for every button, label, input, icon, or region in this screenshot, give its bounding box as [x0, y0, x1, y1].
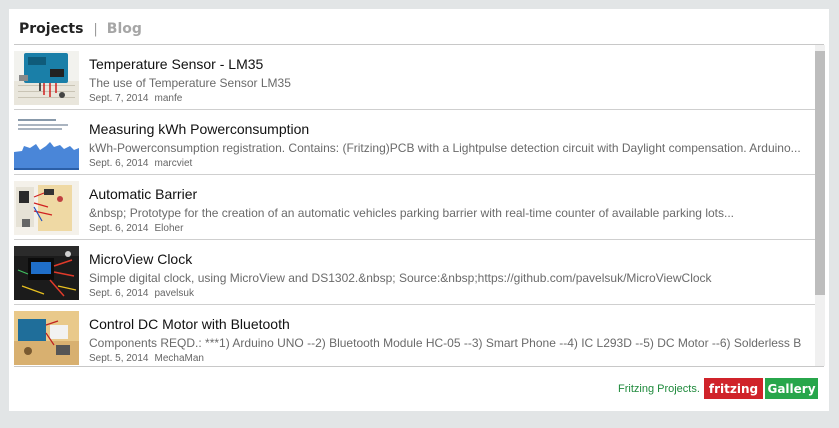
project-item-temperature-sensor[interactable]: Temperature Sensor - LM35 The use of Tem… — [14, 45, 815, 110]
project-author[interactable]: manfe — [155, 93, 183, 104]
project-meta: Sept. 6, 2014 Eloher — [89, 223, 183, 234]
project-item-kwh-powerconsumption[interactable]: Measuring kWh Powerconsumption kWh-Power… — [14, 110, 815, 175]
tab-separator: | — [93, 21, 98, 37]
project-date: Sept. 6, 2014 — [89, 288, 149, 299]
project-meta: Sept. 5, 2014 MechaMan — [89, 353, 204, 364]
project-item-automatic-barrier[interactable]: Automatic Barrier &nbsp; Prototype for t… — [14, 175, 815, 240]
project-title[interactable]: Automatic Barrier — [89, 186, 197, 202]
dc-motor-thumbnail[interactable] — [14, 311, 79, 365]
project-author[interactable]: Eloher — [155, 223, 184, 234]
project-list-scrollbar[interactable] — [815, 45, 825, 366]
project-title[interactable]: Temperature Sensor - LM35 — [89, 56, 263, 72]
scrollbar-thumb[interactable] — [815, 51, 825, 295]
power-graph-thumbnail[interactable] — [14, 116, 79, 170]
project-description: kWh-Powerconsumption registration. Conta… — [89, 141, 801, 155]
project-title[interactable]: Measuring kWh Powerconsumption — [89, 121, 309, 137]
project-title[interactable]: Control DC Motor with Bluetooth — [89, 316, 290, 332]
project-title[interactable]: MicroView Clock — [89, 251, 192, 267]
project-description: &nbsp; Prototype for the creation of an … — [89, 206, 734, 220]
project-date: Sept. 5, 2014 — [89, 353, 149, 364]
project-list: Temperature Sensor - LM35 The use of Tem… — [14, 45, 815, 366]
project-author[interactable]: MechaMan — [155, 353, 204, 364]
project-item-dc-motor-bluetooth[interactable]: Control DC Motor with Bluetooth Componen… — [14, 305, 815, 366]
project-date: Sept. 7, 2014 — [89, 93, 149, 104]
project-meta: Sept. 6, 2014 pavelsuk — [89, 288, 194, 299]
fritzing-projects-widget: Projects | Blog Temperature Sensor - LM3… — [9, 9, 829, 411]
divider-bottom — [14, 366, 824, 367]
fritzing-projects-link[interactable]: Fritzing Projects. — [618, 383, 700, 395]
project-meta: Sept. 7, 2014 manfe — [89, 93, 182, 104]
project-date: Sept. 6, 2014 — [89, 223, 149, 234]
project-author[interactable]: pavelsuk — [155, 288, 194, 299]
project-author[interactable]: marcviet — [155, 158, 193, 169]
project-description: Components REQD.: ***1) Arduino UNO --2)… — [89, 336, 802, 350]
barrier-circuit-thumbnail[interactable] — [14, 181, 79, 235]
fritzing-logo-badge[interactable]: fritzing — [704, 378, 763, 399]
tab-blog[interactable]: Blog — [107, 21, 142, 37]
project-meta: Sept. 6, 2014 marcviet — [89, 158, 192, 169]
gallery-badge[interactable]: Gallery — [765, 378, 818, 399]
microview-clock-thumbnail[interactable] — [14, 246, 79, 300]
tab-bar: Projects | Blog — [19, 19, 142, 39]
arduino-breadboard-thumbnail[interactable] — [14, 51, 79, 105]
project-date: Sept. 6, 2014 — [89, 158, 149, 169]
project-description: Simple digital clock, using MicroView an… — [89, 271, 712, 285]
tab-projects[interactable]: Projects — [19, 21, 83, 37]
project-item-microview-clock[interactable]: MicroView Clock Simple digital clock, us… — [14, 240, 815, 305]
project-description: The use of Temperature Sensor LM35 — [89, 76, 291, 90]
